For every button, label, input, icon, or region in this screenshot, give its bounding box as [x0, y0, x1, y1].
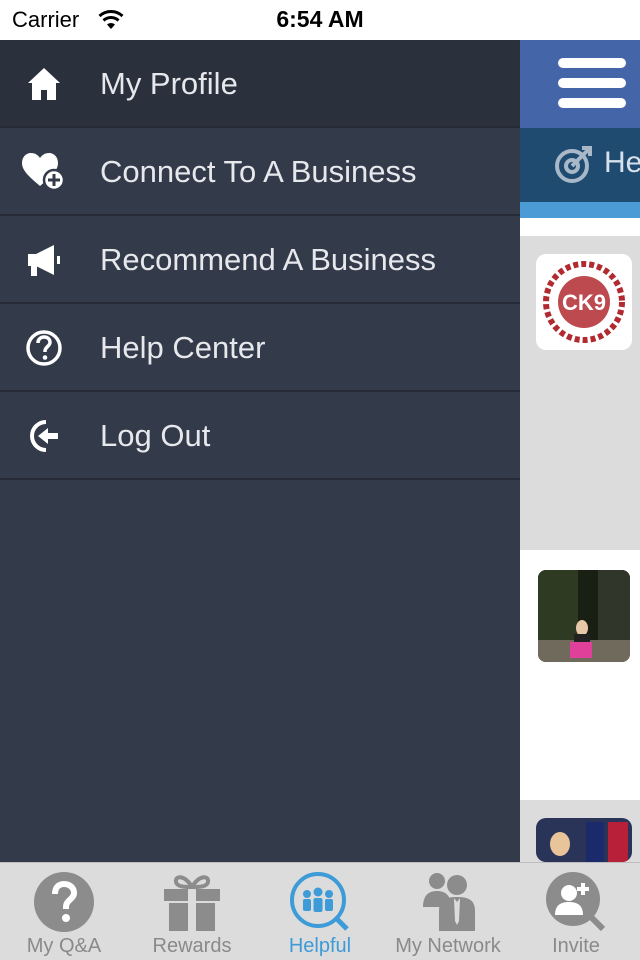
photo-image — [538, 570, 630, 662]
question-icon — [34, 872, 94, 932]
accent-strip — [520, 202, 640, 218]
list-item[interactable]: CK9 — [520, 236, 640, 550]
list-item[interactable] — [520, 800, 640, 862]
heart-plus-icon — [22, 153, 66, 192]
add-user-icon — [546, 872, 606, 932]
tab-label: My Q&A — [26, 935, 102, 957]
segment-tab-helpful[interactable]: He — [520, 128, 640, 202]
menu-item-label: My Profile — [100, 66, 238, 101]
menu-item-label: Recommend A Business — [100, 242, 437, 277]
menu-item-recommend-a-business[interactable]: Recommend A Business — [0, 216, 520, 304]
menu-item-my-profile[interactable]: My Profile — [0, 40, 520, 128]
tab-label: Helpful — [288, 935, 352, 957]
hamburger-menu-button[interactable] — [558, 58, 626, 110]
photo-image — [536, 818, 632, 862]
people-icon — [290, 872, 349, 931]
menu-item-help-center[interactable]: Help Center — [0, 304, 520, 392]
status-time: 6:54 AM — [276, 6, 364, 32]
tab-label: Rewards — [152, 935, 232, 957]
tab-invite[interactable]: Invite — [512, 863, 640, 960]
stamp-logo-icon: CK9 — [543, 261, 625, 343]
menu-bar-icon — [558, 98, 626, 108]
tab-rewards[interactable]: Rewards — [128, 863, 256, 960]
target-icon — [555, 146, 592, 183]
segment-tab-label: He — [604, 146, 640, 179]
menu-item-connect-to-a-business[interactable]: Connect To A Business — [0, 128, 520, 216]
tab-my-network[interactable]: My Network — [384, 863, 512, 960]
menu-item-label: Log Out — [100, 418, 211, 453]
user-photo — [536, 818, 632, 862]
menu-bar-icon — [558, 58, 626, 68]
menu-item-log-out[interactable]: Log Out — [0, 392, 520, 480]
question-circle-icon — [26, 330, 62, 366]
menu-item-label: Connect To A Business — [100, 154, 417, 189]
menu-item-label: Help Center — [100, 330, 266, 365]
business-people-icon — [423, 873, 475, 931]
bottom-tab-bar: My Q&A Rewards Helpful My Network Invite — [0, 862, 640, 960]
tab-label: Invite — [552, 935, 600, 957]
side-drawer-menu: My Profile Connect To A Business Recomme… — [0, 40, 520, 862]
logo-text: CK9 — [562, 290, 606, 315]
logout-icon — [30, 420, 58, 452]
status-bar: Carrier 6:54 AM — [0, 0, 640, 40]
tab-my-qa[interactable]: My Q&A — [0, 863, 128, 960]
menu-bar-icon — [558, 78, 626, 88]
business-logo: CK9 — [536, 254, 632, 350]
home-icon — [28, 68, 60, 100]
list-item[interactable] — [520, 550, 640, 800]
megaphone-icon — [28, 245, 60, 276]
tab-helpful[interactable]: Helpful — [256, 863, 384, 960]
gift-icon — [164, 875, 220, 931]
user-photo — [536, 568, 632, 664]
tab-label: My Network — [395, 935, 501, 957]
